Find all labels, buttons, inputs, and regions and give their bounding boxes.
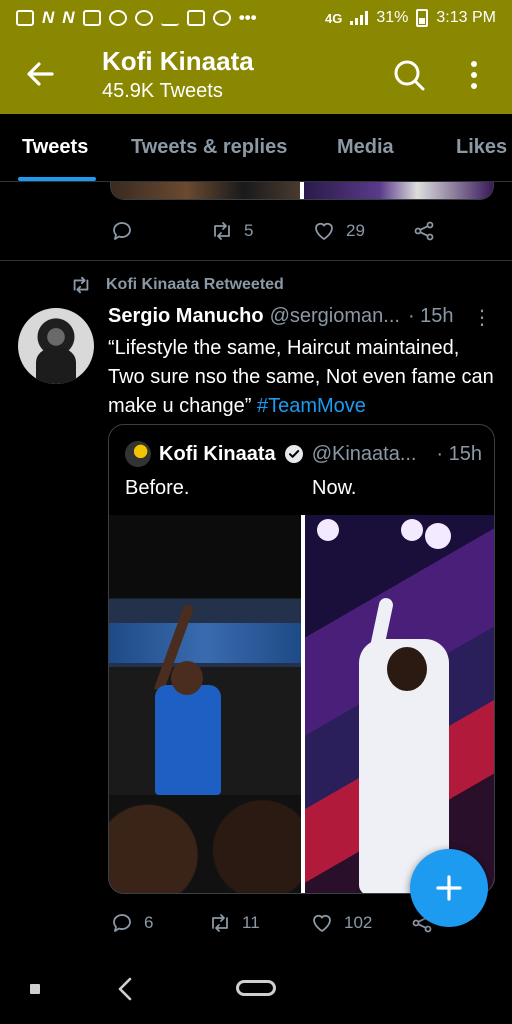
signal-icon <box>350 11 369 25</box>
retweet-button[interactable]: 11 <box>208 911 260 935</box>
tweet-time: · 15h <box>407 305 454 327</box>
linkedin-icon <box>186 10 205 26</box>
retweet-icon <box>214 222 230 240</box>
upload-icon <box>160 10 179 26</box>
tweet-more-icon[interactable]: ⋮ <box>472 305 492 330</box>
tab-likes[interactable]: Likes <box>456 136 507 159</box>
retweet-icon <box>212 914 228 932</box>
quote-avatar <box>125 441 151 467</box>
tab-media[interactable]: Media <box>337 136 394 159</box>
like-count: 29 <box>346 221 365 240</box>
retweet-count: 11 <box>242 913 260 932</box>
avatar[interactable] <box>18 308 94 384</box>
like-button[interactable]: 102 <box>310 911 372 935</box>
quote-media[interactable] <box>109 515 494 893</box>
search-icon[interactable] <box>392 58 426 92</box>
tiktok-icon <box>108 10 127 26</box>
back-arrow-icon[interactable] <box>22 56 58 92</box>
quote-time: · 15h <box>436 443 482 465</box>
share-button[interactable] <box>412 219 436 243</box>
more-dots-icon: ••• <box>238 8 257 27</box>
status-bar: N N ••• 4G 31% 3:13 PM <box>0 0 512 36</box>
tweet-text: “Lifestyle the same, Haircut maintained,… <box>108 334 498 421</box>
reply-button[interactable]: 6 <box>110 911 153 935</box>
like-count: 102 <box>344 913 373 932</box>
compose-tweet-button[interactable] <box>410 849 488 927</box>
heart-icon <box>313 914 331 932</box>
author-handle[interactable]: @sergioman... <box>270 305 400 328</box>
system-nav-bar <box>0 952 512 1024</box>
gallery-icon <box>16 10 34 26</box>
quote-author-handle: @Kinaata... <box>311 442 417 465</box>
profile-tabs: Tweets Tweets & replies Media Likes <box>0 114 512 182</box>
n-icon: N <box>62 8 75 27</box>
quote-header: Kofi Kinaata @Kinaata... <box>125 441 417 467</box>
facebook-icon <box>134 10 153 26</box>
quote-text-before: Before. <box>125 477 190 499</box>
active-tab-indicator <box>18 177 96 181</box>
heart-icon <box>315 222 333 240</box>
retweet-indicator[interactable]: Kofi Kinaata Retweeted <box>70 274 284 296</box>
notification-icons: N N ••• <box>16 8 256 28</box>
previous-tweet-media[interactable] <box>110 182 494 200</box>
battery-percent: 31% <box>376 9 409 26</box>
verified-badge-icon <box>284 445 303 463</box>
share-icon <box>414 221 434 241</box>
now-photo[interactable] <box>304 515 494 893</box>
profile-name: Kofi Kinaata <box>102 46 254 76</box>
battery-icon <box>416 9 429 27</box>
top-app-bar: N N ••• 4G 31% 3:13 PM Kofi Kinaata 45.9… <box>0 0 512 114</box>
retweet-button[interactable]: 5 <box>210 219 253 243</box>
clock: 3:13 PM <box>436 9 496 26</box>
quote-author-name: Kofi Kinaata <box>159 442 276 465</box>
plus-icon <box>436 875 462 901</box>
author-name[interactable]: Sergio Manucho <box>108 305 264 328</box>
n-icon: N <box>42 8 55 27</box>
reply-icon <box>113 222 131 240</box>
like-button[interactable]: 29 <box>312 219 365 243</box>
tab-tweets-replies[interactable]: Tweets & replies <box>131 136 287 159</box>
recents-icon[interactable] <box>30 984 40 994</box>
tweet-count: 45.9K Tweets <box>102 80 223 102</box>
reply-button[interactable] <box>110 219 134 243</box>
reply-icon <box>113 914 131 932</box>
tab-tweets[interactable]: Tweets <box>22 136 88 159</box>
more-vert-icon[interactable] <box>462 58 486 92</box>
reply-count: 6 <box>144 913 154 932</box>
home-pill-icon[interactable] <box>236 980 276 996</box>
profile-header: Kofi Kinaata 45.9K Tweets <box>0 36 512 114</box>
shield-icon <box>212 10 231 26</box>
youtube-icon <box>82 10 101 26</box>
nav-back-icon[interactable] <box>114 976 138 1002</box>
hashtag-link[interactable]: #TeamMove <box>257 395 366 417</box>
before-photo[interactable] <box>109 515 301 893</box>
quote-text-now: Now. <box>312 477 357 499</box>
retweet-count: 5 <box>244 221 254 240</box>
previous-tweet-actions: 5 29 <box>110 214 490 248</box>
retweet-icon <box>73 276 89 294</box>
quoted-tweet[interactable]: Kofi Kinaata @Kinaata... · 15h Before. N… <box>108 424 495 894</box>
network-label: 4G <box>325 10 343 26</box>
tweet-header: Sergio Manucho @sergioman... · 15h ⋮ <box>108 305 498 330</box>
tweet-divider <box>0 260 512 261</box>
retweeted-by-label: Kofi Kinaata Retweeted <box>106 276 284 293</box>
